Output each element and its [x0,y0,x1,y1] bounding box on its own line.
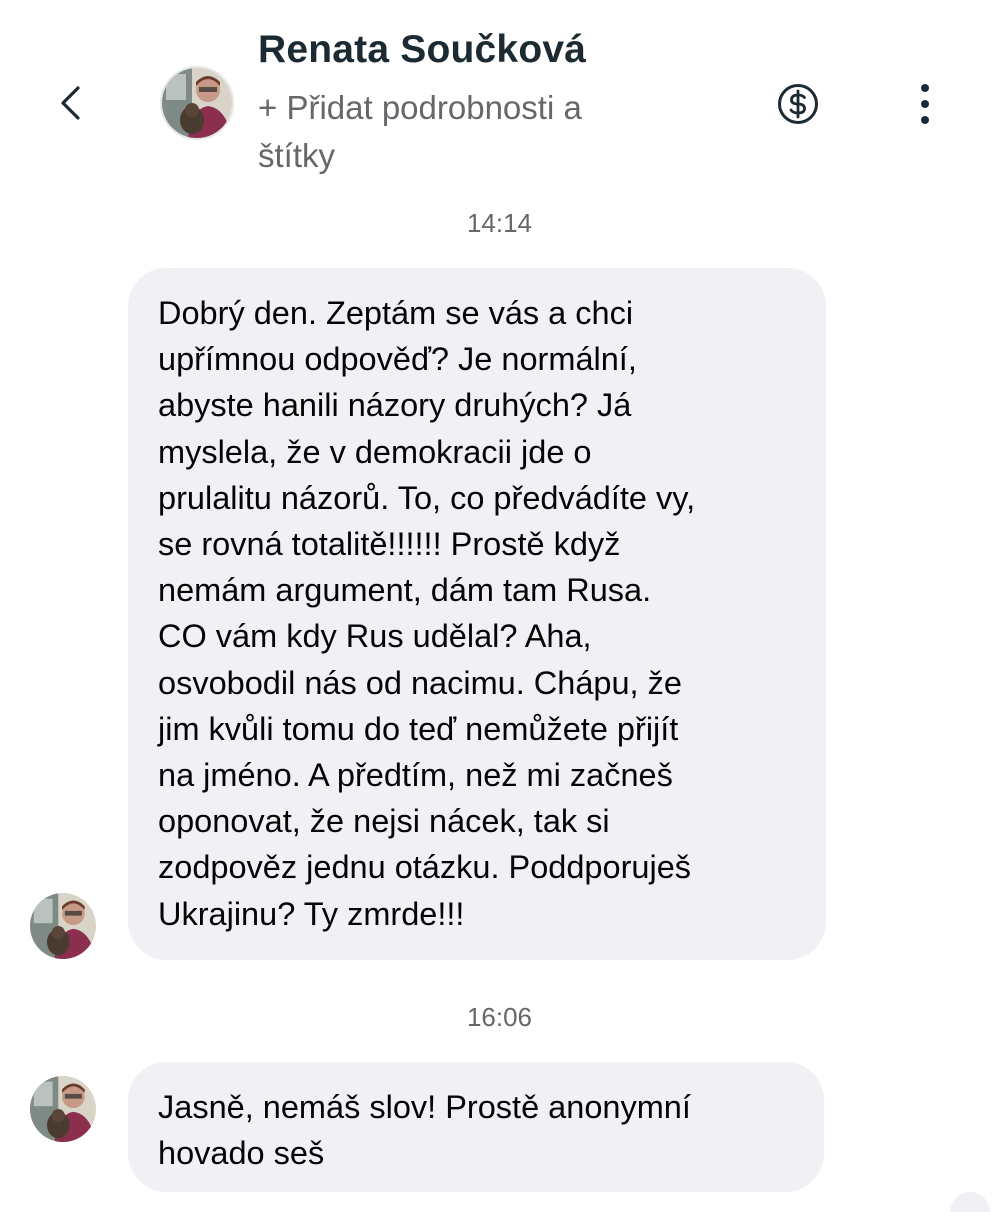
message-text-line: zodpověz jednu otázku. Poddporuješ [158,849,692,886]
add-details-line1: + Přidat podrobnosti a [258,89,582,126]
message-text-line: jim kvůli tomu do teď nemůžete přijít [158,710,679,747]
payment-button[interactable] [776,82,820,126]
more-vertical-icon [921,84,929,124]
message-bubble[interactable]: Jasně, nemáš slov! Prostě anonymní hovad… [128,1062,824,1192]
message-text-line: nemám argument, dám tam Rusa. [158,572,652,609]
sender-avatar[interactable] [30,1076,96,1142]
message-text-line: na jméno. A předtím, než mi začneš [158,757,673,794]
sender-avatar[interactable] [30,893,96,959]
message-text-line: hovado seš [158,1135,325,1172]
message-timestamp: 16:06 [466,1002,533,1032]
message-text-line: myslela, že v demokracii jde o [158,433,592,470]
message-bubble[interactable]: Dobrý den. Zeptám se vás a chci upřímnou… [128,268,826,960]
avatar-photo [162,68,232,138]
chat-header: Renata Součková + Přidat podrobnosti a š… [0,0,999,200]
avatar-photo [30,893,96,959]
message-timestamp: 14:14 [466,208,533,238]
back-button[interactable] [52,78,92,128]
message-text-line: CO vám kdy Rus udělal? Aha, [158,618,592,655]
dollar-circle-icon [778,84,818,124]
message-text-line: Ukrajinu? Ty zmrde!!! [158,895,465,932]
add-details-line2: štítky [258,137,336,174]
message-text-line: osvobodil nás od nacimu. Chápu, že [158,664,682,701]
contact-avatar[interactable] [160,66,234,140]
next-message-edge [950,1192,990,1212]
message-text-line: Jasně, nemáš slov! Prostě anonymní [158,1089,691,1125]
message-text-line: oponovat, že nejsi nácek, tak si [158,803,610,840]
chevron-left-icon [61,86,80,120]
add-details-link[interactable]: + Přidat podrobnosti a štítky [258,84,698,180]
message-text-line: se rovná totalitě!!!!!! Prostě když [158,526,621,563]
message-text-line: upřímnou odpověď? Je normální, [158,341,637,378]
contact-name[interactable]: Renata Součková [258,28,586,72]
message-text-line: abyste hanili názory druhých? Já [158,387,632,424]
avatar-photo [30,1076,96,1142]
message-text-line: prulalitu názorů. To, co předvádíte vy, [158,479,696,516]
message-text-line: Dobrý den. Zeptám se vás a chci [158,295,634,331]
more-options-button[interactable] [908,82,942,126]
